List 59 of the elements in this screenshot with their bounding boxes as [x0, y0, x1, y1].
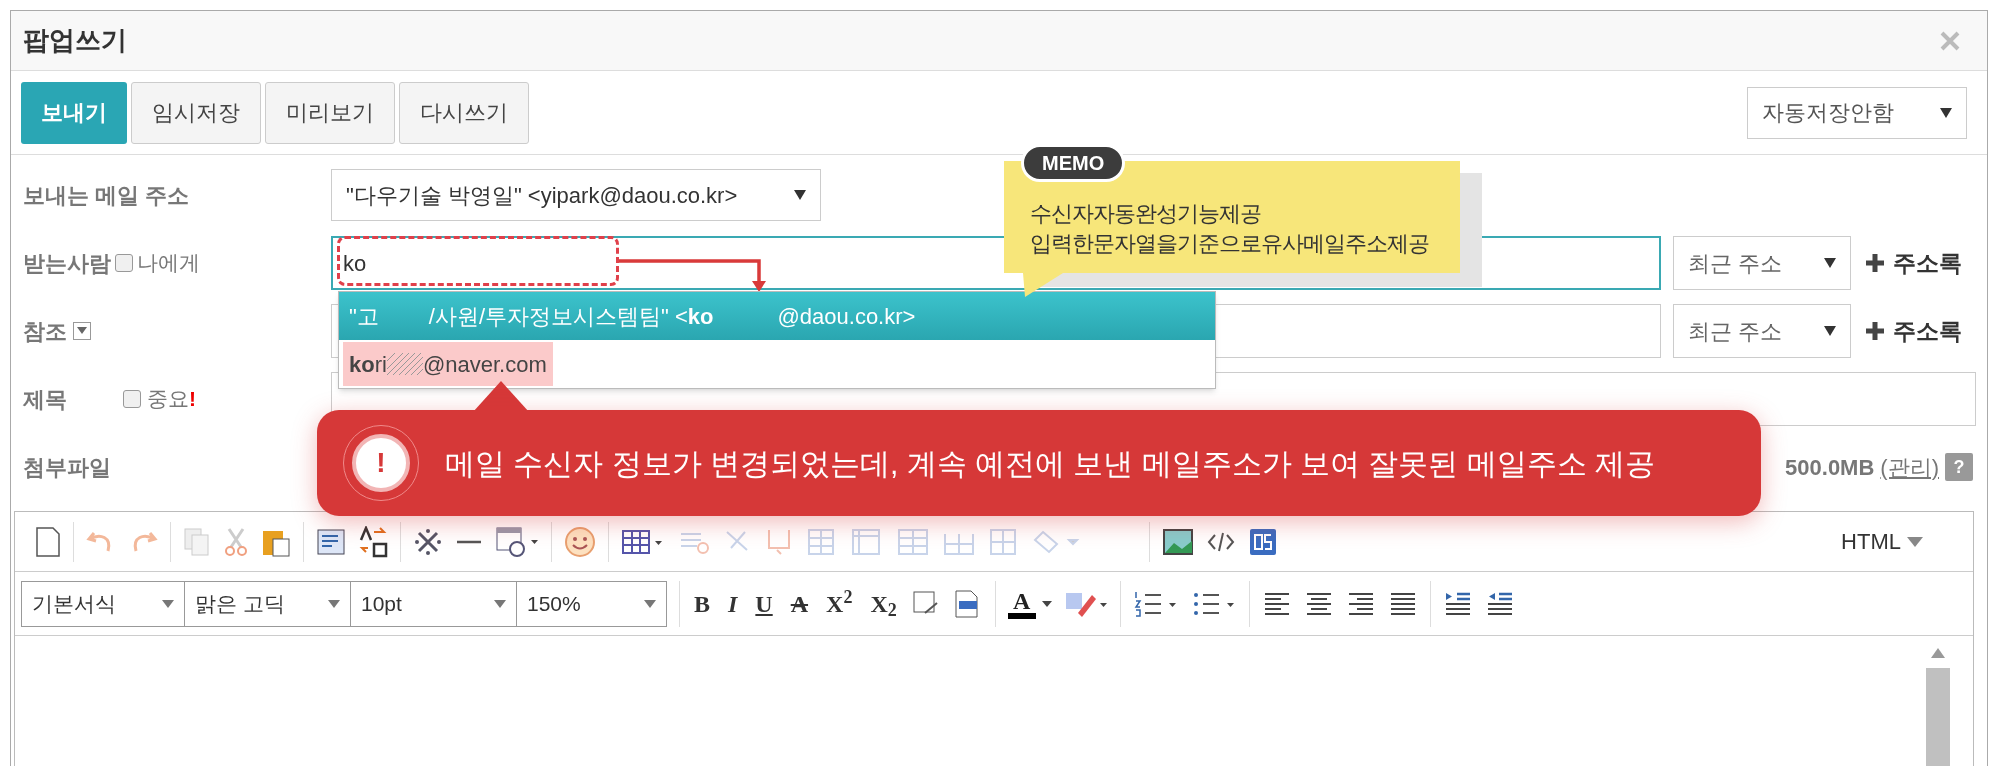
autosave-select[interactable]: 자동저장안함: [1747, 86, 1967, 139]
suggestion-text: @naver.com: [422, 350, 547, 379]
quota-text: 500.0MB: [1785, 453, 1875, 482]
caret-icon: [77, 327, 87, 335]
suggestion-text: @daou.co.kr>: [777, 302, 916, 331]
manage-link[interactable]: (관리): [1880, 450, 1939, 484]
toolbar-button[interactable]: 미리보기: [265, 81, 395, 144]
address-book-link[interactable]: 주소록: [1893, 245, 1962, 281]
date-time-icon[interactable]: [495, 525, 539, 558]
document-icon[interactable]: [1248, 526, 1278, 557]
dropdown-caret-icon: [1824, 258, 1836, 268]
image-icon[interactable]: [1162, 526, 1194, 557]
callout-text: 메일 수신자 정보가 변경되었는데, 계속 예전에 보낸 메일주소가 보여 잘못된 메일주소 제공: [445, 445, 1656, 482]
dropdown-caret-icon: [1824, 326, 1836, 336]
scroll-up-icon[interactable]: [1931, 648, 1945, 658]
dropdown-caret-icon: [1907, 536, 1923, 547]
checkbox-label: 중요!: [147, 386, 196, 413]
new-document-icon[interactable]: [35, 526, 61, 557]
mode-select[interactable]: HTML: [1841, 525, 1901, 558]
expand-toggle[interactable]: [73, 322, 91, 340]
field-label: 참조: [23, 317, 67, 346]
field-label: 첨부파일: [23, 454, 111, 480]
field-label: 보내는 메일 주소: [23, 182, 190, 208]
dropdown-caret-icon: [1940, 107, 1952, 118]
font-color-button[interactable]: A: [1007, 588, 1052, 619]
toolbar-button[interactable]: 다시쓰기: [399, 81, 529, 144]
suggestion-text: "고: [349, 302, 379, 331]
alert-badge: !: [352, 434, 410, 492]
plus-icon: [1865, 321, 1885, 341]
recent-address-select[interactable]: 최근 주소: [1673, 304, 1851, 358]
form-icon[interactable]: [316, 526, 346, 557]
suggestion-text: /사원/투자정보시스템팀" <ko: [428, 302, 714, 331]
field-label: 제목: [23, 385, 68, 414]
window-title: 팝업쓰기: [23, 24, 127, 57]
recent-address-select[interactable]: 최근 주소: [1673, 236, 1851, 290]
memo-badge: MEMO: [1021, 144, 1126, 182]
format-button[interactable]: U: [753, 585, 775, 622]
memo-text: 수신자자동완성기능제공: [1030, 200, 1262, 228]
checkbox-label: 나에게: [137, 250, 200, 277]
format-button[interactable]: A: [788, 585, 811, 622]
format-button[interactable]: I: [726, 585, 740, 622]
address-book-link[interactable]: 주소록: [1893, 313, 1962, 349]
sender-select[interactable]: "다우기술 박영일" <yipark@daou.co.kr>: [331, 169, 821, 221]
redaction-pattern: [386, 353, 423, 375]
format-button[interactable]: X$^{2}$: [824, 585, 855, 622]
toolbar-button[interactable]: 임시저장: [131, 81, 261, 144]
checkbox[interactable]: [123, 390, 141, 408]
format-button[interactable]: X$_{2}$: [868, 585, 899, 622]
emoticon-icon[interactable]: [564, 525, 596, 558]
replace-icon[interactable]: [358, 525, 388, 558]
format-button[interactable]: B: [692, 585, 712, 622]
caret-icon: [1041, 600, 1052, 607]
suggestion-item[interactable]: kori @naver.com: [339, 340, 1215, 388]
checkbox[interactable]: [115, 254, 133, 272]
suggestion-text: kori: [349, 350, 387, 379]
special-character-icon[interactable]: [413, 526, 443, 557]
plus-icon: [1865, 253, 1885, 273]
dropdown-caret-icon: [794, 190, 806, 200]
field-label: 받는사람: [23, 249, 111, 278]
